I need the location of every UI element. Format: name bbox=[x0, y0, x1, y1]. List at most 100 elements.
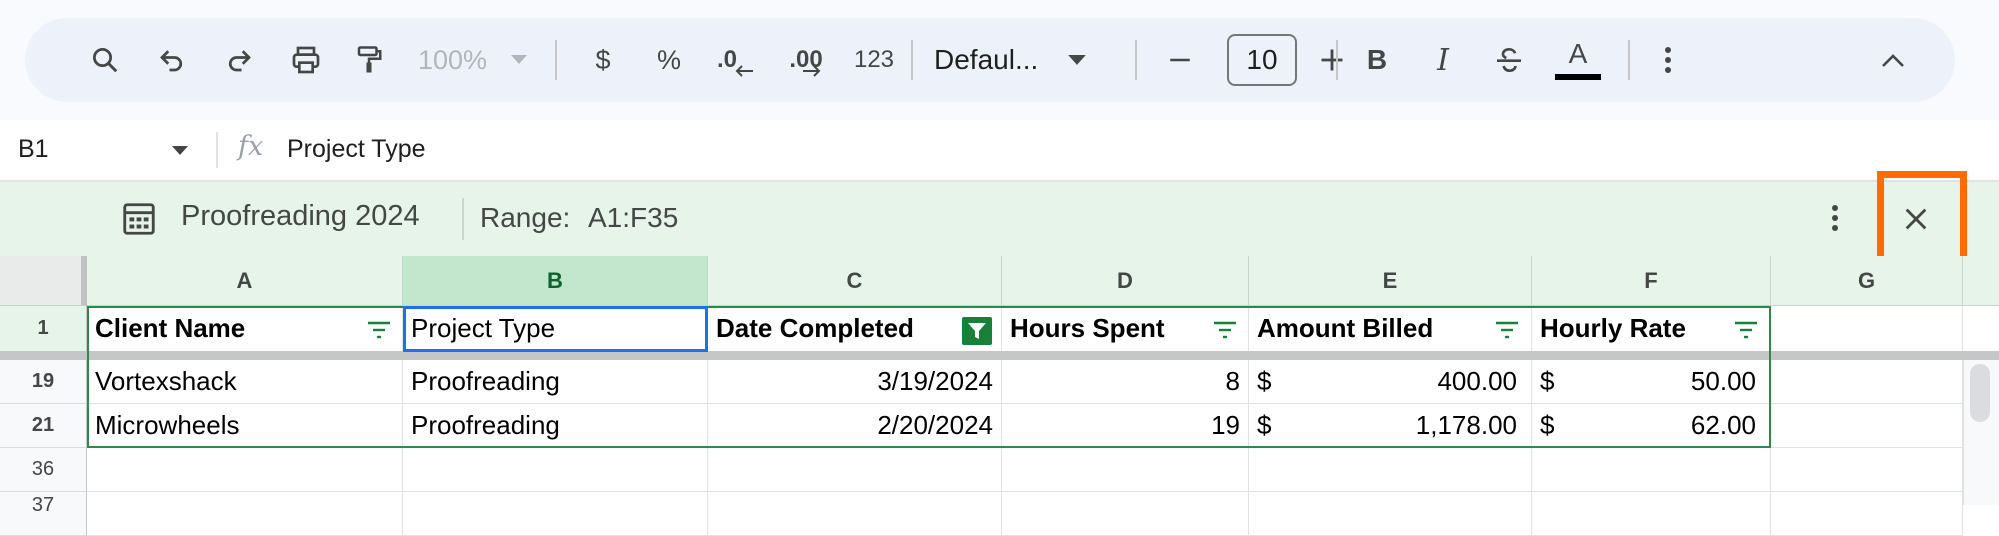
paint-format-button[interactable] bbox=[339, 18, 399, 102]
cell-client-name[interactable]: Vortexshack bbox=[87, 360, 403, 404]
cell-date-completed[interactable]: 2/20/2024 bbox=[708, 404, 1002, 448]
empty-cell[interactable] bbox=[403, 448, 708, 492]
close-icon[interactable] bbox=[1902, 205, 1930, 233]
empty-cell[interactable] bbox=[1249, 492, 1532, 536]
name-box[interactable]: B1 bbox=[18, 135, 49, 164]
text-color-button[interactable]: A bbox=[1545, 18, 1611, 102]
search-menus-button[interactable] bbox=[75, 18, 135, 102]
strikethrough-button[interactable] bbox=[1479, 18, 1539, 102]
column-header-a[interactable]: A bbox=[87, 256, 403, 306]
column-header-f[interactable]: F bbox=[1532, 256, 1771, 306]
amount-value: 1,178.00 bbox=[1415, 410, 1517, 440]
frozen-row-divider-head[interactable] bbox=[0, 351, 87, 360]
more-formats-button[interactable]: 123 bbox=[842, 18, 906, 102]
undo-button[interactable] bbox=[142, 18, 202, 102]
cell-g19[interactable] bbox=[1771, 360, 1963, 404]
decrease-font-size-button[interactable] bbox=[1150, 18, 1210, 102]
row-header-1[interactable]: 1 bbox=[0, 306, 87, 352]
cell-hourly-rate[interactable]: $ 50.00 bbox=[1532, 360, 1771, 404]
amount-value: 400.00 bbox=[1437, 366, 1517, 396]
search-icon bbox=[93, 48, 118, 73]
column-header-g[interactable]: G bbox=[1771, 256, 1963, 306]
header-label: Hourly Rate bbox=[1540, 313, 1686, 343]
header-label: Hours Spent bbox=[1010, 313, 1165, 343]
empty-cell[interactable] bbox=[708, 492, 1002, 536]
rate-value: 50.00 bbox=[1690, 366, 1756, 396]
cell-project-type[interactable]: Proofreading bbox=[403, 360, 708, 404]
decrease-decimal-icon: .0 bbox=[716, 46, 737, 73]
row-header-19[interactable]: 19 bbox=[0, 360, 87, 404]
italic-icon: I bbox=[1437, 42, 1449, 78]
decrease-decimal-button[interactable]: .0 bbox=[705, 18, 765, 102]
format-percent-button[interactable]: % bbox=[639, 18, 699, 102]
formula-input[interactable]: Project Type bbox=[287, 135, 426, 164]
empty-cell[interactable] bbox=[1532, 448, 1771, 492]
bold-button[interactable]: B bbox=[1347, 18, 1407, 102]
redo-button[interactable] bbox=[209, 18, 269, 102]
empty-cell[interactable] bbox=[403, 492, 708, 536]
hide-menus-button[interactable] bbox=[1863, 18, 1923, 102]
filter-icon[interactable] bbox=[366, 320, 392, 340]
empty-cell[interactable] bbox=[1249, 448, 1532, 492]
empty-cell[interactable] bbox=[87, 448, 403, 492]
empty-cell[interactable] bbox=[87, 492, 403, 536]
filter-view-range-value[interactable]: A1:F35 bbox=[588, 202, 678, 234]
row-header-37[interactable]: 37 bbox=[0, 492, 87, 536]
column-header-e[interactable]: E bbox=[1249, 256, 1532, 306]
column-header-c[interactable]: C bbox=[708, 256, 1002, 306]
bold-icon: B bbox=[1366, 44, 1388, 75]
increase-decimal-button[interactable]: .00 bbox=[773, 18, 837, 102]
header-cell-amount-billed[interactable]: Amount Billed bbox=[1249, 306, 1532, 352]
filter-icon[interactable] bbox=[1494, 320, 1520, 340]
cell-client-name[interactable]: Microwheels bbox=[87, 404, 403, 448]
filter-icon[interactable] bbox=[1733, 320, 1759, 340]
empty-cell[interactable] bbox=[708, 448, 1002, 492]
italic-button[interactable]: I bbox=[1413, 18, 1473, 102]
empty-cell[interactable] bbox=[1532, 492, 1771, 536]
header-label: Client Name bbox=[95, 313, 246, 343]
print-icon bbox=[292, 46, 320, 74]
header-cell-client-name[interactable]: Client Name bbox=[87, 306, 403, 352]
scrollbar-thumb[interactable] bbox=[1970, 364, 1990, 422]
empty-cell[interactable] bbox=[1771, 492, 1963, 536]
chevron-up-icon bbox=[1882, 54, 1904, 67]
select-all-corner[interactable] bbox=[0, 256, 87, 306]
font-select[interactable]: Defaul... bbox=[930, 18, 1125, 102]
currency-symbol: $ bbox=[1257, 410, 1272, 440]
name-box-dropdown-icon[interactable] bbox=[172, 146, 188, 155]
filter-view-name[interactable]: Proofreading 2024 bbox=[181, 200, 420, 233]
zoom-select[interactable]: 100% bbox=[405, 18, 540, 102]
cell-hours-spent[interactable]: 8 bbox=[1002, 360, 1249, 404]
filter-view-divider bbox=[462, 198, 464, 240]
toolbar-divider bbox=[1336, 40, 1338, 80]
cell-date-completed[interactable]: 3/19/2024 bbox=[708, 360, 1002, 404]
toolbar-divider bbox=[555, 40, 557, 80]
row-header-36[interactable]: 36 bbox=[0, 448, 87, 492]
cell-amount-billed[interactable]: $ 1,178.00 bbox=[1249, 404, 1532, 448]
toolbar-divider bbox=[1135, 40, 1137, 80]
paint-format-icon bbox=[357, 46, 382, 73]
more-vert-icon[interactable] bbox=[1830, 202, 1840, 234]
header-cell-date-completed[interactable]: Date Completed bbox=[708, 306, 1002, 352]
cell-hourly-rate[interactable]: $ 62.00 bbox=[1532, 404, 1771, 448]
more-toolbar-options-button[interactable] bbox=[1638, 18, 1698, 102]
filter-icon[interactable] bbox=[1212, 320, 1238, 340]
formula-bar: B1 fx Project Type bbox=[0, 120, 1999, 182]
row-header-21[interactable]: 21 bbox=[0, 404, 87, 448]
frozen-row-divider[interactable] bbox=[87, 351, 1999, 360]
currency-symbol: $ bbox=[1540, 366, 1555, 396]
filter-active-icon[interactable] bbox=[962, 317, 992, 345]
cell-amount-billed[interactable]: $ 400.00 bbox=[1249, 360, 1532, 404]
print-button[interactable] bbox=[276, 18, 336, 102]
column-header-b[interactable]: B bbox=[403, 256, 708, 306]
empty-cell[interactable] bbox=[1002, 492, 1249, 536]
font-size-input[interactable]: 10 bbox=[1227, 34, 1297, 86]
cell-hours-spent[interactable]: 19 bbox=[1002, 404, 1249, 448]
cell-g21[interactable] bbox=[1771, 404, 1963, 448]
empty-cell[interactable] bbox=[1771, 448, 1963, 492]
format-currency-button[interactable]: $ bbox=[573, 18, 633, 102]
cell-project-type[interactable]: Proofreading bbox=[403, 404, 708, 448]
column-header-d[interactable]: D bbox=[1002, 256, 1249, 306]
cell-g1[interactable] bbox=[1771, 306, 1963, 352]
empty-cell[interactable] bbox=[1002, 448, 1249, 492]
